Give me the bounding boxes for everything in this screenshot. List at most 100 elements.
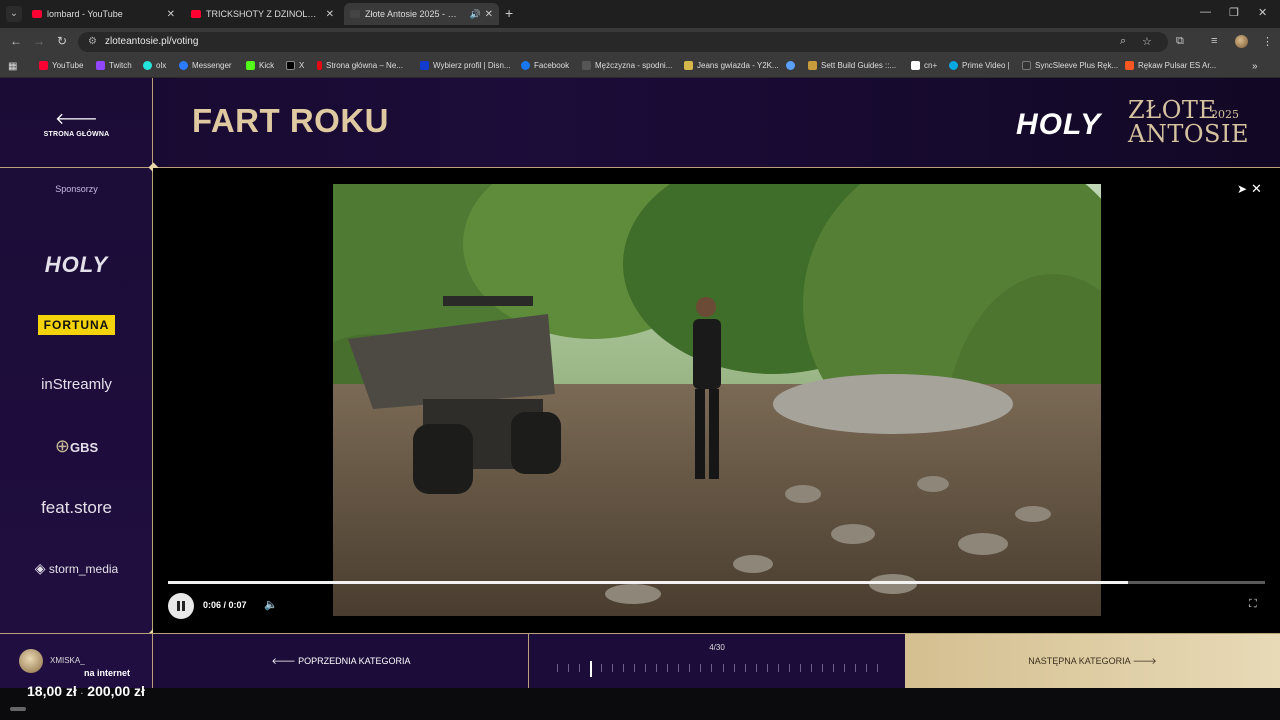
zlote-antosie-logo: ZŁOTE ANTOSIE — [1128, 98, 1248, 146]
zoom-icon[interactable]: ⌕ — [1120, 35, 1126, 48]
bookmark-label: Jeans gwiazda - Y2K... — [697, 61, 779, 70]
bookmark-spodnie[interactable]: Mężczyzna - spodni... — [582, 61, 672, 70]
site-favicon-icon — [350, 10, 360, 18]
profile-avatar[interactable] — [1235, 35, 1248, 48]
bookmark-twitch[interactable]: Twitch — [96, 61, 132, 70]
category-navigation: XMISKA_ 🡐 POPRZEDNIA KATEGORIA 4/30 NAST… — [0, 633, 1280, 689]
volume-icon[interactable]: 🔈 — [264, 598, 278, 611]
category-tick — [579, 664, 581, 672]
bookmark-messenger[interactable]: Messenger — [179, 61, 232, 70]
forward-icon[interactable]: → — [33, 34, 45, 48]
sponsor-gbs-logo[interactable]: ⊕GBS — [0, 436, 153, 457]
sponsor-featstore-logo[interactable]: feat.store — [0, 498, 153, 518]
fullscreen-icon[interactable]: ⛶ — [1249, 598, 1257, 611]
category-tick — [821, 664, 823, 672]
bookmark-kick[interactable]: Kick — [246, 61, 274, 70]
category-tick — [667, 664, 669, 672]
close-tab-icon[interactable]: ✕ — [485, 9, 493, 20]
next-category-button[interactable]: NASTĘPNA KATEGORIA 🡒 — [905, 634, 1280, 689]
bookmark-label: Prime Video | — [962, 61, 1010, 70]
mouse-cursor-icon: ➤ — [1237, 182, 1248, 196]
tab-zlote-antosie[interactable]: Złote Antosie 2025 - Najwi 🔊 ✕ — [344, 3, 499, 25]
previous-category-button[interactable]: 🡐 POPRZEDNIA KATEGORIA — [153, 634, 529, 689]
media-control-icon[interactable]: ≡ — [1211, 35, 1217, 47]
new-tab-icon[interactable]: + — [505, 5, 513, 21]
bookmark-pulsar[interactable]: Rękaw Pulsar ES Ar... — [1125, 61, 1216, 70]
home-link[interactable]: 🡐 STRONA GŁÓWNA — [0, 108, 153, 138]
video-frame[interactable] — [333, 184, 1101, 616]
bookmark-youtube[interactable]: YouTube — [39, 61, 83, 70]
audio-playing-icon[interactable]: 🔊 — [470, 9, 481, 20]
address-bar[interactable]: ⚙ zloteantosie.pl/voting ⌕ ☆ — [78, 32, 1168, 52]
bookmark-netflix[interactable]: Strona główna – Ne... — [317, 61, 403, 70]
bookmark-label: Kick — [259, 61, 275, 70]
gbs-emblem-icon: ⊕ — [54, 436, 70, 456]
bookmark-facebook[interactable]: Facebook — [521, 61, 569, 70]
back-icon[interactable]: ← — [10, 34, 22, 48]
category-tick — [843, 664, 845, 672]
bookmark-x[interactable]: X — [286, 61, 304, 70]
bookmark-olx[interactable]: olx — [143, 61, 166, 70]
extensions-icon[interactable]: ⧉ — [1176, 35, 1184, 48]
plus-icon — [911, 61, 920, 70]
close-window-icon[interactable]: ✕ — [1258, 6, 1267, 19]
video-time: 0:06 / 0:07 — [203, 600, 247, 610]
donation-current: 18,00 zł — [27, 683, 77, 699]
category-tick — [700, 664, 702, 672]
address-url[interactable]: zloteantosie.pl/voting — [105, 36, 198, 47]
bookmark-label: Strona główna – Ne... — [326, 61, 403, 70]
bookmark-unnamed[interactable] — [786, 61, 799, 70]
sponsor-stormmedia-logo[interactable]: ◈ storm_media — [0, 560, 153, 577]
category-title: FART ROKU — [192, 102, 389, 139]
menu-kebab-icon[interactable]: ⋮ — [1262, 35, 1273, 48]
shop-icon — [684, 61, 693, 70]
shop-icon — [1022, 61, 1031, 70]
avatar — [19, 649, 43, 673]
bookmark-prime[interactable]: Prime Video | — [949, 61, 1010, 70]
bookmarks-bar: ▦ YouTube Twitch olx Messenger Kick X St… — [0, 56, 1280, 78]
site-info-icon[interactable]: ⚙ — [88, 36, 97, 47]
bookmark-sett[interactable]: Sett Build Guides ::... — [808, 61, 896, 70]
bookmark-disney[interactable]: Wybierz profil | Disn... — [420, 61, 511, 70]
category-counter: 4/30 — [709, 643, 725, 652]
reload-icon[interactable]: ↻ — [57, 34, 67, 48]
category-tick — [601, 664, 603, 672]
shop-icon — [582, 61, 591, 70]
donation-goal-label: na internet — [84, 668, 131, 678]
category-tick — [865, 664, 867, 672]
x-icon — [286, 61, 295, 70]
tab-youtube-trickshoty[interactable]: TRICKSHOTY Z DZINOLDEMI - ✕ — [185, 3, 340, 25]
category-ticks — [557, 661, 878, 677]
category-tick — [733, 664, 735, 672]
bookmark-label: Rękaw Pulsar ES Ar... — [1138, 61, 1217, 70]
minimize-icon[interactable]: — — [1200, 6, 1211, 18]
category-tick — [755, 664, 757, 672]
close-tab-icon[interactable]: ✕ — [326, 9, 334, 20]
pause-button[interactable] — [168, 593, 194, 619]
bookmark-cnplus[interactable]: cn+ — [911, 61, 937, 70]
bookmark-jeans[interactable]: Jeans gwiazda - Y2K... — [684, 61, 779, 70]
restore-icon[interactable]: ❐ — [1229, 6, 1239, 19]
event-year: 2025 — [1211, 108, 1239, 121]
sponsor-name: storm_media — [48, 562, 119, 576]
bookmark-syncsleeve[interactable]: SyncSleeve Plus Ręk... — [1022, 61, 1118, 70]
close-video-icon[interactable]: ✕ — [1251, 181, 1262, 197]
tab-youtube-lombard[interactable]: lombard - YouTube ✕ — [26, 3, 181, 25]
sponsor-fortuna-logo[interactable]: FORTUNA — [0, 315, 153, 335]
close-tab-icon[interactable]: ✕ — [167, 9, 175, 20]
category-tick — [689, 664, 691, 672]
bookmark-label: Messenger — [192, 61, 232, 70]
more-bookmarks-icon[interactable]: » — [1252, 61, 1258, 72]
apps-grid-icon[interactable]: ▦ — [8, 61, 17, 72]
category-tick — [711, 664, 713, 672]
video-player[interactable]: ➤ ✕ 0:06 / 0:07 🔈 ⛶ — [153, 168, 1280, 633]
bookmark-star-icon[interactable]: ☆ — [1142, 35, 1152, 48]
tab-search-chevron-icon[interactable]: ⌄ — [6, 6, 22, 22]
video-progress-bar[interactable] — [168, 581, 1265, 584]
category-tick — [744, 664, 746, 672]
sponsor-name: feat.store — [41, 498, 112, 517]
sponsor-instreamly-logo[interactable]: inStreamly — [0, 376, 153, 393]
event-name: ZŁOTE ANTOSIE — [1128, 96, 1249, 148]
sponsor-holy-logo[interactable]: HOLY — [0, 252, 153, 278]
user-box[interactable]: XMISKA_ — [0, 634, 153, 689]
